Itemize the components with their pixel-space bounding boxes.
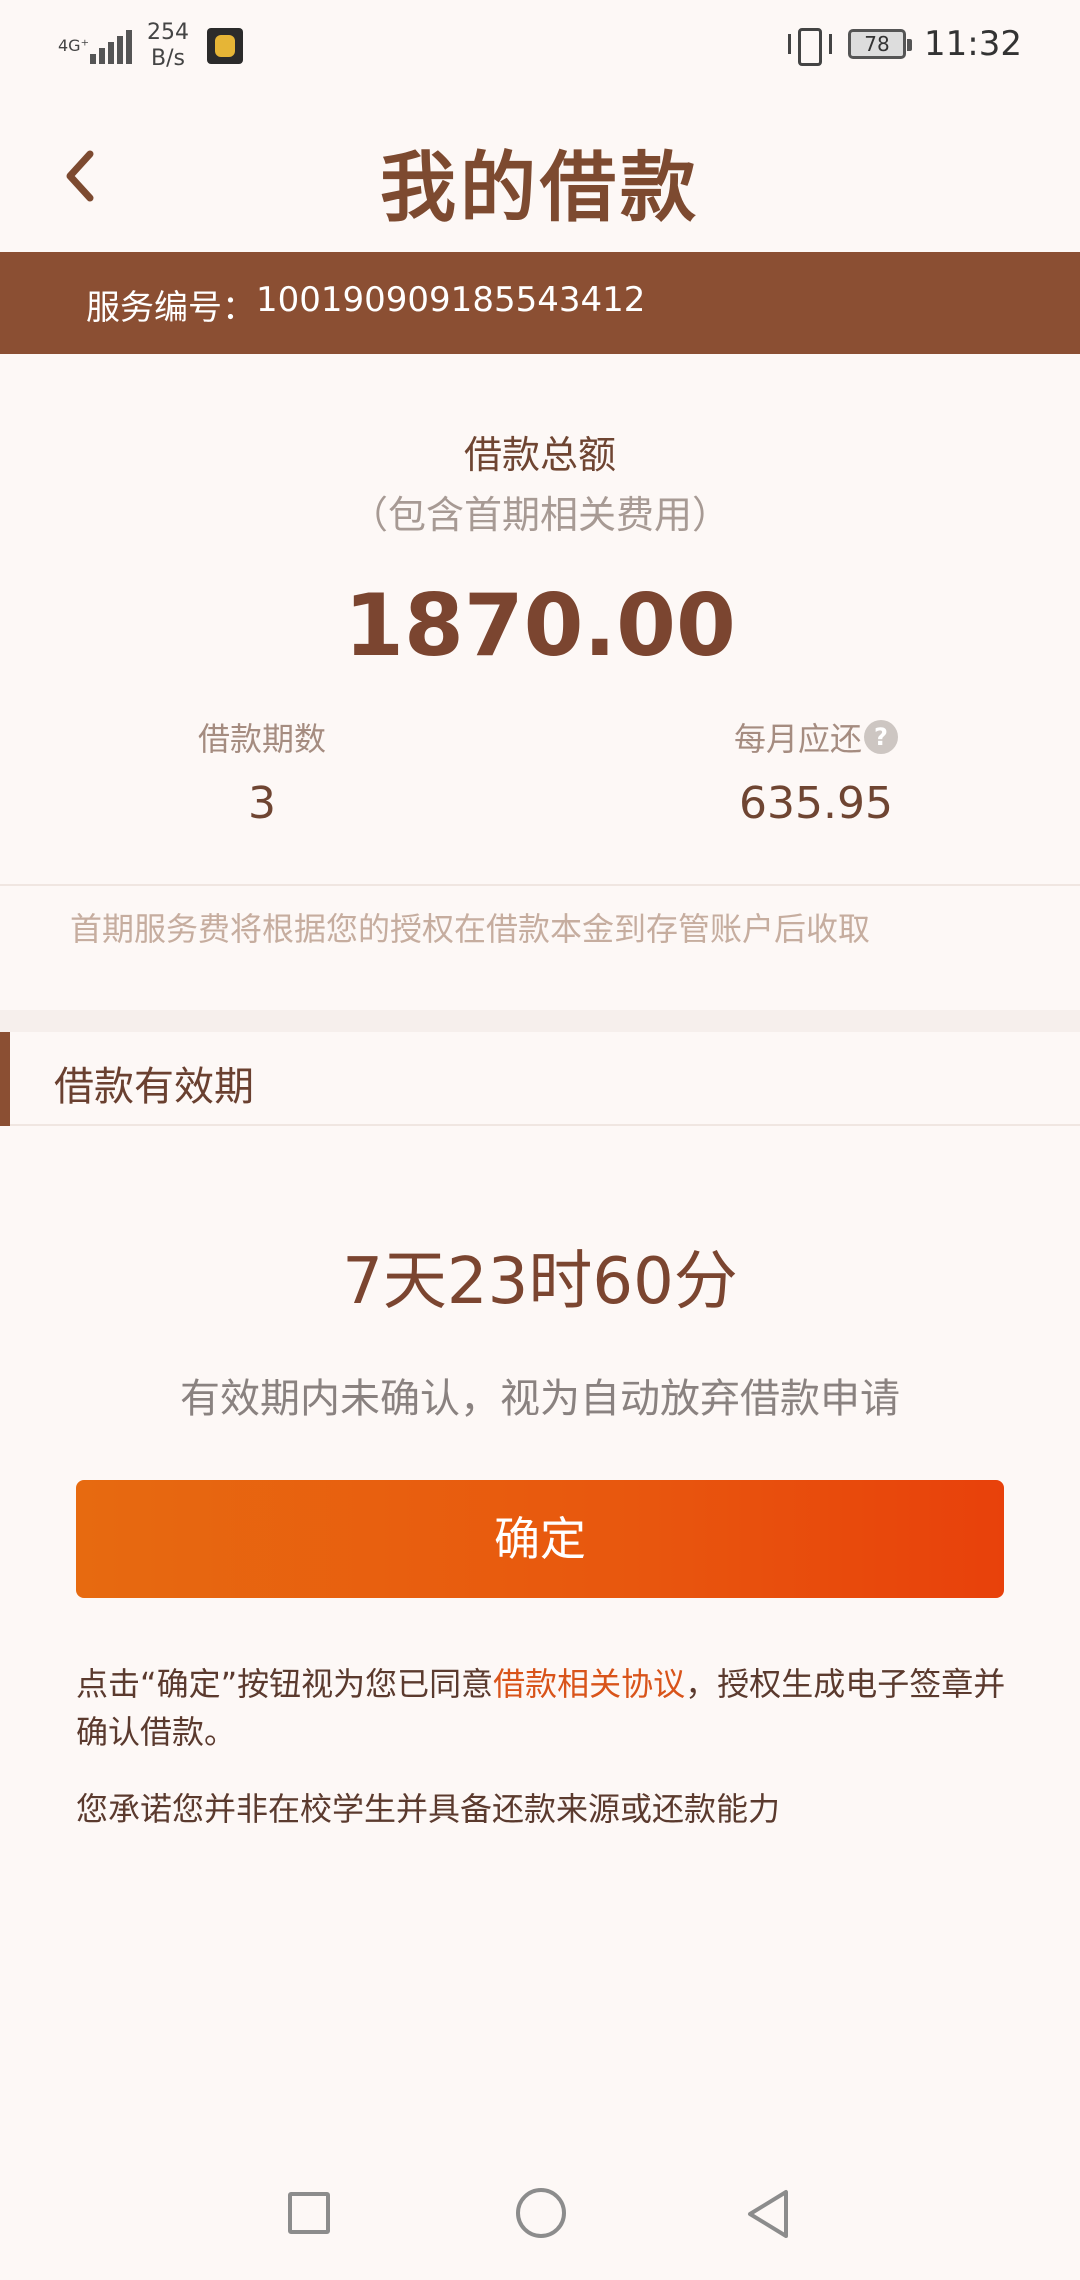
monthly-label: 每月应还 [733, 720, 862, 758]
validity-note: 有效期内未确认，视为自动放弃借款申请 [180, 1376, 900, 1422]
page-title: 我的借款 [380, 143, 700, 232]
vibrate-icon [786, 26, 833, 66]
total-amount-subtitle: （包含首期相关费用） [349, 493, 730, 537]
agreement-text: 点击“确定”按钮视为您已同意借款相关协议，授权生成电子签章并确认借款。 [76, 1660, 1006, 1756]
network-type: 4G⁺ [58, 36, 90, 55]
battery-icon: 78 [848, 29, 913, 59]
total-amount-label: 借款总额 [463, 433, 616, 477]
loan-page: 4G⁺ 254 B/s 78 11:32 我的借款 服务编号： 10019090… [0, 0, 1080, 2280]
promise-text: 您承诺您并非在校学生并具备还款来源或还款能力 [76, 1790, 781, 1828]
system-nav-bar [0, 2170, 1080, 2280]
validity-countdown: 7天23时60分 [342, 1245, 738, 1319]
loan-periods: 借款期数 3 [162, 714, 362, 829]
speed-value: 254 [147, 20, 189, 45]
loan-agreement-link[interactable]: 借款相关协议 [493, 1665, 685, 1703]
network-speed: 254 B/s [147, 20, 189, 72]
service-number: 服务编号： 100190909185543412 [86, 280, 645, 329]
service-number-label: 服务编号： [86, 288, 256, 328]
section-separator [0, 1010, 1080, 1032]
validity-section-header: 借款有效期 [0, 1032, 1080, 1126]
help-icon[interactable]: ? [864, 720, 898, 754]
divider [0, 884, 1080, 886]
clock: 11:32 [924, 24, 1022, 64]
status-bar: 4G⁺ 254 B/s 78 11:32 [0, 0, 1080, 90]
status-left: 4G⁺ 254 B/s [58, 20, 243, 72]
triangle-back-icon [748, 2190, 788, 2238]
monthly-label-row: 每月应还 ? [734, 714, 898, 760]
total-amount: 1870.00 [344, 576, 736, 676]
app-notification-icon [207, 28, 243, 64]
fee-note: 首期服务费将根据您的授权在借款本金到存管账户后收取 [70, 910, 871, 948]
app-header: 我的借款 [0, 90, 1080, 252]
agreement-prefix: 点击“确定”按钮视为您已同意 [76, 1665, 494, 1703]
periods-label: 借款期数 [197, 720, 326, 758]
section-accent-bar [0, 1032, 10, 1126]
nav-back-button[interactable] [744, 2186, 792, 2242]
periods-value: 3 [248, 778, 276, 829]
recent-apps-button[interactable] [288, 2192, 330, 2234]
signal-icon [90, 28, 135, 64]
loan-summary: 借款总额 （包含首期相关费用） 1870.00 借款期数 3 每月应还 ? 63… [0, 354, 1080, 886]
status-right: 78 11:32 [786, 24, 1022, 66]
validity-section-title: 借款有效期 [54, 1064, 254, 1110]
home-button[interactable] [516, 2188, 566, 2238]
service-number-value: 100190909185543412 [256, 280, 646, 320]
service-number-band: 服务编号： 100190909185543412 [0, 252, 1080, 354]
speed-unit: B/s [151, 46, 185, 71]
monthly-repayment: 每月应还 ? 635.95 [706, 714, 926, 829]
confirm-button[interactable]: 确定 [76, 1480, 1004, 1598]
monthly-value: 635.95 [739, 778, 893, 829]
